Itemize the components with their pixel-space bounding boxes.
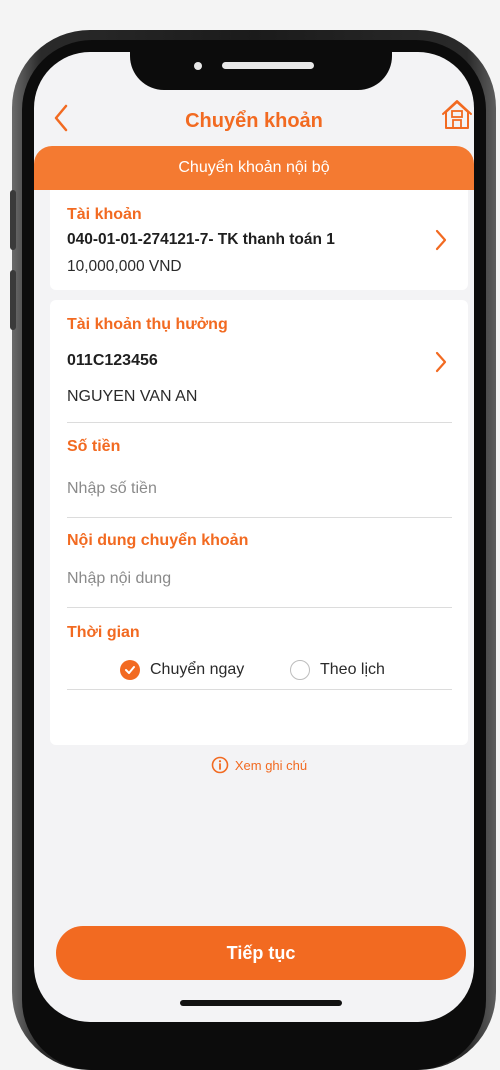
divider xyxy=(67,689,452,690)
amount-input[interactable]: Nhập số tiền xyxy=(67,480,157,498)
transfer-form-card: Tài khoản thụ hưởng 011C123456 NGUYEN VA… xyxy=(50,300,468,774)
view-note-link[interactable]: Xem ghi chú xyxy=(50,756,468,774)
app-header: Chuyển khoản xyxy=(34,90,474,152)
continue-button[interactable]: Tiếp tục xyxy=(56,926,466,980)
radio-label: Chuyển ngay xyxy=(150,661,245,678)
account-balance: 10,000,000 VND xyxy=(67,258,182,275)
time-label: Thời gian xyxy=(67,624,140,641)
divider xyxy=(67,422,452,423)
time-options: Chuyển ngay Theo lịch xyxy=(50,656,468,684)
radio-transfer-now[interactable]: Chuyển ngay xyxy=(120,656,244,684)
speaker-bar xyxy=(222,62,314,69)
page-title: Chuyển khoản xyxy=(185,110,323,132)
phone-side-button xyxy=(10,190,16,250)
divider xyxy=(67,517,452,518)
radio-label: Theo lịch xyxy=(320,661,385,678)
home-icon[interactable] xyxy=(442,98,472,132)
note-label: Xem ghi chú xyxy=(234,757,308,773)
radio-scheduled[interactable]: Theo lịch xyxy=(290,656,385,684)
camera-dot xyxy=(194,62,202,70)
home-indicator xyxy=(180,1000,342,1006)
app-screen: Chuyển khoản Chuyển khoản nội bộ Tài kho… xyxy=(34,52,474,1022)
beneficiary-label: Tài khoản thụ hưởng xyxy=(67,316,228,333)
amount-label: Số tiền xyxy=(67,438,121,455)
transfer-type-banner: Chuyển khoản nội bộ xyxy=(34,146,474,190)
beneficiary-account-number: 011C123456 xyxy=(67,352,158,369)
divider xyxy=(67,607,452,608)
source-account-card[interactable]: Tài khoản 040-01-01-274121-7- TK thanh t… xyxy=(50,190,468,290)
phone-side-button xyxy=(10,270,16,330)
info-icon xyxy=(211,756,229,774)
content-input[interactable]: Nhập nội dung xyxy=(67,570,171,588)
check-icon xyxy=(120,660,140,680)
chevron-right-icon[interactable] xyxy=(434,228,448,252)
chevron-right-icon[interactable] xyxy=(434,350,448,374)
account-number: 040-01-01-274121-7- TK thanh toán 1 xyxy=(67,231,335,248)
phone-notch xyxy=(130,52,392,90)
account-label: Tài khoản xyxy=(67,206,142,223)
beneficiary-name: NGUYEN VAN AN xyxy=(67,388,198,405)
content-label: Nội dung chuyển khoản xyxy=(67,532,249,549)
radio-empty-icon xyxy=(290,660,310,680)
